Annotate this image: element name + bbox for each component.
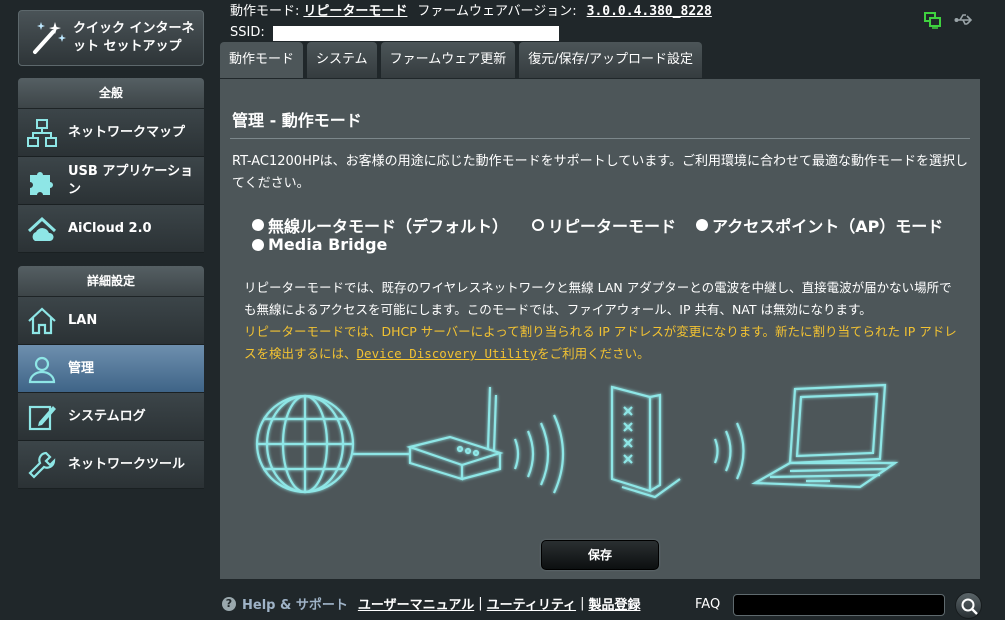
repeater-device-icon [610, 385, 681, 499]
usb-status-icon[interactable] [954, 11, 974, 29]
radio-wireless-router[interactable] [252, 219, 264, 231]
intro-text: RT-AC1200HPは、お客様の用途に応じた動作モードをサポートしています。ご… [232, 154, 968, 191]
repeater-diagram [255, 383, 899, 499]
faq-search-input[interactable] [733, 594, 945, 616]
signal-waves-icon [713, 422, 745, 480]
sidebar-item-lan[interactable]: LAN [18, 297, 204, 345]
ssid-label: SSID: [230, 25, 265, 40]
mode-wireless-router[interactable]: 無線ルータモード（デフォルト） [252, 213, 508, 237]
tab-firmware-upgrade[interactable]: ファームウェア更新 [380, 42, 516, 78]
quick-internet-setup-button[interactable]: クイック インターネット セットアップ [18, 10, 204, 66]
ip-change-warning: リピーターモードでは、DHCP サーバーによって割り当られる IP アドレスが変… [244, 321, 964, 365]
ssid-value [272, 25, 559, 41]
operation-mode-link[interactable]: リピーターモード [303, 3, 407, 21]
mode-description: リピーターモードでは、既存のワイヤレスネットワークと無線 LAN アダプターとの… [244, 277, 964, 365]
mode-label: リピーターモード [548, 217, 677, 236]
firmware-version-link[interactable]: 3.0.0.4.380_8228 [587, 3, 712, 21]
sidebar-item-network-tools[interactable]: ネットワークツール [18, 441, 204, 489]
aicloud-icon [27, 216, 57, 241]
mode-label: アクセスポイント（AP）モード [712, 217, 944, 236]
puzzle-icon [30, 171, 53, 195]
firmware-version-label: ファームウェアバージョン: [417, 4, 577, 19]
save-button[interactable]: 保存 [541, 540, 659, 570]
link-separator: | [580, 596, 585, 611]
search-icon [961, 598, 978, 615]
sidebar-item-aicloud[interactable]: AiCloud 2.0 [18, 205, 204, 253]
mode-label: 無線ルータモード（デフォルト） [268, 217, 509, 236]
tab-operation-mode[interactable]: 動作モード [220, 42, 304, 78]
mode-access-point[interactable]: アクセスポイント（AP）モード [696, 213, 943, 237]
title-divider [230, 138, 970, 139]
sidebar-item-label: システムログ [68, 408, 146, 424]
admin-user-icon [28, 356, 56, 383]
page-title: 管理 - 動作モード [232, 111, 362, 130]
laptop-icon [751, 383, 899, 489]
general-header: 全般 [18, 78, 204, 109]
description-text: リピーターモードでは、既存のワイヤレスネットワークと無線 LAN アダプターとの… [244, 280, 952, 317]
sidebar-item-system-log[interactable]: システムログ [18, 393, 204, 441]
device-discovery-link[interactable]: Device Discovery Utility [357, 346, 538, 361]
admin-tabs: 動作モード システム ファームウェア更新 復元/保存/アップロード設定 [220, 42, 703, 78]
sidebar-item-label: ネットワークマップ [68, 124, 186, 140]
network-map-icon [27, 118, 57, 147]
sidebar-item-label: 管理 [68, 360, 95, 376]
link-separator: | [478, 596, 483, 611]
sidebar-item-administration[interactable]: 管理 [18, 345, 204, 393]
radio-repeater[interactable] [532, 219, 544, 231]
mode-label: Media Bridge [268, 235, 388, 254]
magic-wand-icon [33, 22, 66, 54]
advanced-menu-group: 詳細設定 LAN 管理 システムログ ネットワークツール [18, 266, 204, 489]
system-log-icon [28, 405, 56, 430]
sidebar: クイック インターネット セットアップ 全般 ネットワークマップ USB アプリ… [0, 0, 210, 620]
user-manual-link[interactable]: ユーザーマニュアル [358, 594, 474, 613]
sidebar-item-label: ネットワークツール [68, 456, 186, 472]
advanced-header: 詳細設定 [18, 266, 204, 297]
signal-waves-icon [513, 414, 565, 494]
help-support-label: Help & サポート [242, 598, 348, 613]
sidebar-item-network-map[interactable]: ネットワークマップ [18, 109, 204, 157]
sidebar-item-label: USB アプリケーション [68, 163, 194, 197]
quick-setup-label: クイック インターネット セットアップ [73, 21, 195, 54]
tab-restore-save-upload[interactable]: 復元/保存/アップロード設定 [519, 42, 703, 78]
help-icon: ? [222, 596, 236, 611]
mode-media-bridge[interactable]: Media Bridge [252, 235, 387, 254]
tab-system[interactable]: システム [307, 42, 377, 78]
home-icon [28, 307, 56, 334]
sidebar-item-usb-application[interactable]: USB アプリケーション [18, 157, 204, 205]
operation-mode-label: 動作モード: [230, 4, 300, 19]
utility-link[interactable]: ユーティリティ [487, 594, 576, 613]
sidebar-item-label: AiCloud 2.0 [68, 220, 152, 236]
faq-search-button[interactable] [955, 592, 982, 619]
status-icons [924, 11, 974, 29]
radio-media-bridge[interactable] [252, 238, 264, 251]
globe-icon [255, 394, 355, 494]
warning-suffix: をご利用ください。 [537, 346, 650, 361]
status-bar: 動作モード: リピーターモード ファームウェアバージョン: 3.0.0.4.38… [230, 3, 712, 42]
product-registration-link[interactable]: 製品登録 [588, 594, 640, 613]
main-panel: 管理 - 動作モード RT-AC1200HPは、お客様の用途に応じた動作モードを… [220, 79, 980, 579]
faq-label: FAQ [695, 597, 721, 612]
footer: ? Help & サポート ユーザーマニュアル | ユーティリティ | 製品登録 [222, 594, 640, 613]
sidebar-item-label: LAN [68, 312, 98, 328]
radio-access-point[interactable] [696, 219, 708, 231]
router-icon [406, 386, 504, 481]
mode-repeater[interactable]: リピーターモード [532, 213, 676, 237]
wrench-icon [28, 451, 56, 479]
general-menu-group: 全般 ネットワークマップ USB アプリケーション AiCloud 2.0 [18, 78, 204, 253]
client-status-icon[interactable] [924, 11, 942, 29]
